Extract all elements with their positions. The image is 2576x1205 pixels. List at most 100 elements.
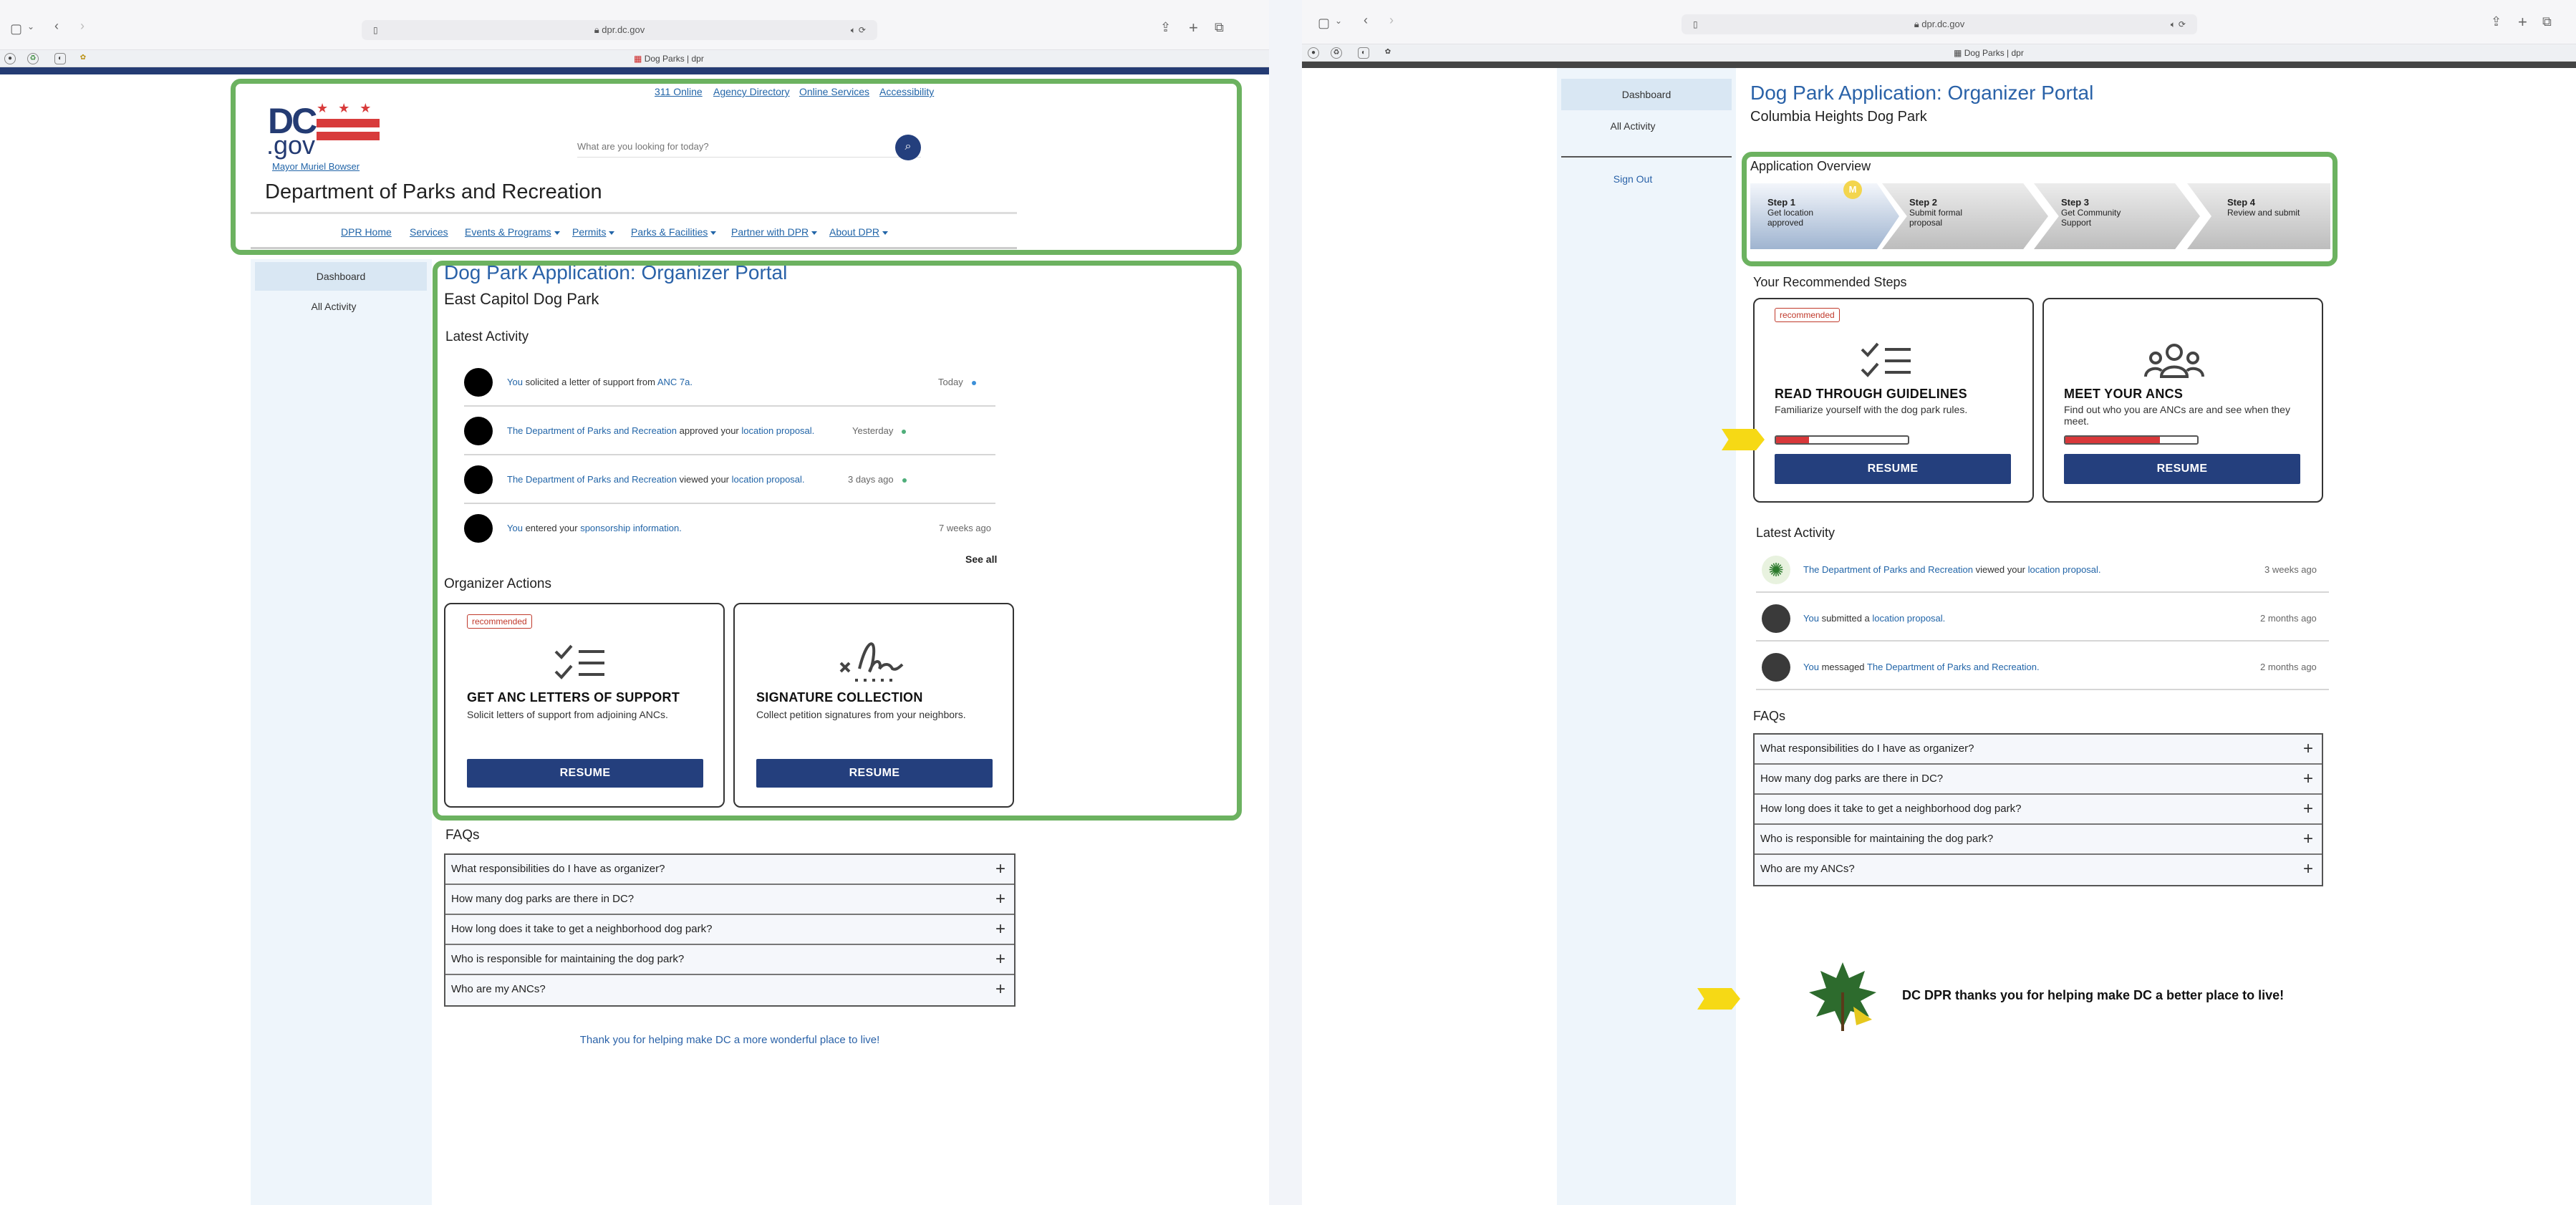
extension-icon[interactable]: ●: [4, 53, 16, 64]
actor-link[interactable]: You: [507, 377, 523, 387]
faq-item[interactable]: What responsibilities do I have as organ…: [445, 855, 1014, 885]
activity-time: Today: [938, 377, 963, 387]
url-bar[interactable]: ▯ 🔒︎ dpr.dc.gov 🔈︎⟳: [362, 20, 877, 40]
faq-item[interactable]: How many dog parks are there in DC? +: [445, 885, 1014, 915]
faq-item[interactable]: Who is responsible for maintaining the d…: [445, 945, 1014, 975]
forward-icon[interactable]: ›: [1389, 13, 1394, 28]
faq-item[interactable]: How long does it take to get a neighborh…: [1755, 795, 2322, 825]
plus-icon: +: [2302, 829, 2313, 848]
list-item[interactable]: The Department of Parks and Recreation a…: [464, 408, 995, 455]
reload-icon[interactable]: 🔈︎⟳: [851, 20, 869, 40]
extension-icon[interactable]: ◐: [1358, 47, 1369, 59]
faq-item[interactable]: Who is responsible for maintaining the d…: [1755, 825, 2322, 855]
new-tab-icon[interactable]: +: [1189, 19, 1198, 37]
extension-icon[interactable]: ✿: [1382, 47, 1394, 59]
list-item[interactable]: You messaged The Department of Parks and…: [1756, 643, 2329, 690]
header-rule: [0, 67, 1269, 74]
list-item[interactable]: ✺ The Department of Parks and Recreation…: [1756, 546, 2329, 593]
search-icon[interactable]: ⌕: [895, 135, 921, 160]
list-item[interactable]: The Department of Parks and Recreation v…: [464, 457, 995, 504]
forward-icon[interactable]: ›: [80, 19, 85, 34]
object-link[interactable]: location proposal.: [2028, 564, 2101, 575]
nav-services[interactable]: Services: [410, 226, 448, 238]
card-signature-collection: SIGNATURE COLLECTION Collect petition si…: [733, 603, 1014, 808]
new-tab-icon[interactable]: +: [2518, 13, 2527, 32]
list-item[interactable]: You submitted a location proposal. 2 mon…: [1756, 594, 2329, 642]
url-bar[interactable]: ▯ 🔒︎ dpr.dc.gov 🔈︎⟳: [1682, 14, 2197, 34]
resume-button[interactable]: RESUME: [1775, 454, 2011, 484]
step-progress: Step 1 Get location approved Step 2 Submit…: [1750, 180, 2330, 252]
step-1[interactable]: Step 1 Get location approved: [1750, 183, 1899, 249]
tab-title[interactable]: ▦ Dog Parks | dpr: [1954, 48, 2024, 58]
nav-permits[interactable]: Permits: [572, 226, 615, 238]
extension-icon[interactable]: ✿: [77, 53, 89, 64]
mayor-link[interactable]: Mayor Muriel Bowser: [272, 161, 360, 172]
tabs-overview-icon[interactable]: ⧉: [1215, 20, 1224, 35]
nav-events-programs[interactable]: Events & Programs: [465, 226, 560, 238]
step-4[interactable]: Step 4 Review and submit: [2187, 183, 2330, 249]
sign-out-link[interactable]: Sign Out: [1561, 173, 1704, 185]
sidebar-item-all-activity[interactable]: All Activity: [255, 301, 413, 312]
plus-icon: +: [2302, 769, 2313, 788]
faq-item[interactable]: How long does it take to get a neighborh…: [445, 915, 1014, 945]
resume-button[interactable]: RESUME: [756, 759, 993, 788]
search-bar: ⌕: [577, 135, 921, 160]
step-3[interactable]: Step 3 Get Community Support: [2034, 183, 2200, 249]
extension-icon[interactable]: ●: [1308, 47, 1319, 59]
nav-partner[interactable]: Partner with DPR: [731, 226, 818, 238]
tab-title-text: Dog Parks | dpr: [644, 54, 704, 64]
chevron-down-icon[interactable]: ⌄: [27, 21, 34, 32]
nav-dpr-home[interactable]: DPR Home: [341, 226, 392, 238]
avatar: [464, 368, 493, 397]
sidebar-item-dashboard[interactable]: Dashboard: [1561, 79, 1732, 110]
sidebar-item-dashboard[interactable]: Dashboard: [255, 262, 427, 291]
object-link[interactable]: The Department of Parks and Recreation.: [1867, 662, 2040, 672]
link-311-online[interactable]: 311 Online: [655, 86, 703, 97]
nav-about[interactable]: About DPR: [829, 226, 889, 238]
nav-parks-facilities[interactable]: Parks & Facilities: [631, 226, 717, 238]
card-read-guidelines: recommended READ THROUGH GUIDELINES Fami…: [1753, 298, 2034, 503]
actor-link[interactable]: The Department of Parks and Recreation: [507, 425, 677, 436]
reload-icon[interactable]: 🔈︎⟳: [2171, 14, 2189, 34]
tab-title[interactable]: ▦ Dog Parks | dpr: [634, 54, 704, 64]
sidebar-toggle-icon[interactable]: ▢: [10, 21, 22, 37]
tabs-overview-icon[interactable]: ⧉: [2542, 14, 2552, 29]
dc-gov-logo[interactable]: DC .gov ★★★: [266, 100, 381, 160]
actor-link[interactable]: You: [507, 523, 523, 533]
sidebar-item-all-activity[interactable]: All Activity: [1561, 120, 1704, 132]
resume-button[interactable]: RESUME: [2064, 454, 2300, 484]
actor-link[interactable]: You: [1803, 662, 1819, 672]
extension-icon[interactable]: ◐: [54, 53, 66, 64]
object-link[interactable]: sponsorship information.: [580, 523, 682, 533]
share-icon[interactable]: ⇪: [2491, 14, 2502, 29]
object-link[interactable]: ANC 7a.: [657, 377, 693, 387]
step-2[interactable]: Step 2 Submit formal proposal: [1882, 183, 2048, 249]
search-input[interactable]: [577, 136, 878, 156]
link-agency-directory[interactable]: Agency Directory: [713, 86, 790, 97]
object-link[interactable]: location proposal.: [1872, 613, 1945, 624]
faq-item[interactable]: Who are my ANCs? +: [445, 975, 1014, 1005]
chevron-down-icon[interactable]: ⌄: [1335, 16, 1342, 26]
faq-item[interactable]: What responsibilities do I have as organ…: [1755, 735, 2322, 765]
link-accessibility[interactable]: Accessibility: [879, 86, 934, 97]
lock-icon: 🔒︎: [594, 24, 599, 35]
object-link[interactable]: location proposal.: [732, 474, 805, 485]
object-link[interactable]: location proposal.: [741, 425, 814, 436]
actor-link[interactable]: You: [1803, 613, 1819, 624]
list-item[interactable]: You entered your sponsorship information…: [464, 505, 995, 553]
extension-icon[interactable]: ♻: [1331, 47, 1342, 59]
share-icon[interactable]: ⇪: [1160, 20, 1171, 35]
back-icon[interactable]: ‹: [1364, 13, 1368, 28]
faq-item[interactable]: Who are my ANCs? +: [1755, 855, 2322, 885]
resume-button[interactable]: RESUME: [467, 759, 703, 788]
faq-item[interactable]: How many dog parks are there in DC? +: [1755, 765, 2322, 795]
actor-link[interactable]: The Department of Parks and Recreation: [507, 474, 677, 485]
list-item[interactable]: You solicited a letter of support from A…: [464, 359, 995, 407]
see-all-link[interactable]: See all: [965, 553, 997, 565]
link-online-services[interactable]: Online Services: [799, 86, 869, 97]
extension-icon[interactable]: ♻: [27, 53, 39, 64]
actor-link[interactable]: The Department of Parks and Recreation: [1803, 564, 1973, 575]
organizer-actions-heading: Organizer Actions: [444, 576, 551, 591]
back-icon[interactable]: ‹: [54, 19, 59, 34]
sidebar-toggle-icon[interactable]: ▢: [1318, 16, 1330, 31]
